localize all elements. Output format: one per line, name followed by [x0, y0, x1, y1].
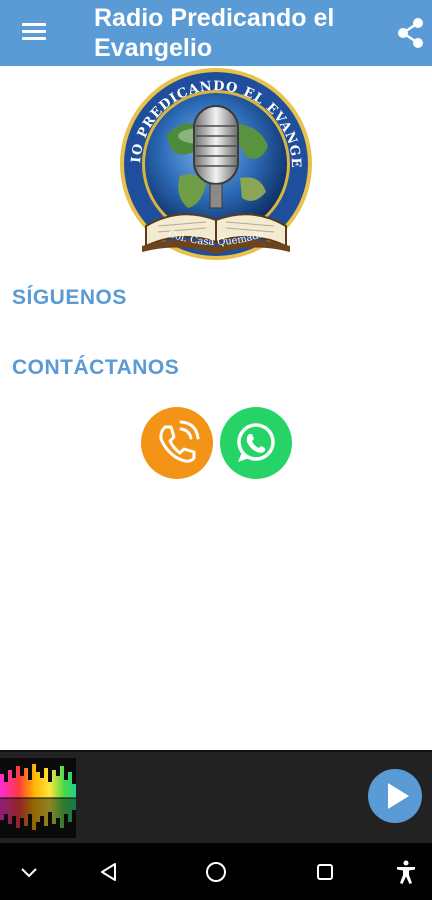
player-bar [0, 750, 432, 843]
radio-logo: RADIO PREDICANDO EL EVANGELIO Col. Casa … [103, 55, 322, 268]
play-icon [388, 783, 409, 809]
follow-us-heading: SÍGUENOS [12, 286, 127, 309]
share-button[interactable] [396, 16, 426, 50]
recents-icon [317, 864, 333, 880]
nav-hide-button[interactable] [14, 857, 44, 887]
back-icon [101, 863, 116, 881]
phone-button[interactable] [141, 407, 213, 479]
share-icon [398, 18, 423, 48]
system-nav-bar [0, 843, 432, 900]
equalizer-icon [0, 758, 76, 838]
whatsapp-button[interactable] [220, 407, 292, 479]
menu-button[interactable] [20, 19, 50, 47]
app-bar: Radio Predicando el Evangelio [0, 0, 432, 66]
app-title: Radio Predicando el Evangelio [94, 4, 335, 62]
phone-icon [159, 420, 200, 463]
nav-accessibility-button[interactable] [391, 857, 421, 887]
home-icon [206, 862, 226, 882]
accessibility-icon [397, 860, 415, 884]
whatsapp-icon [237, 423, 275, 462]
nav-recents-button[interactable] [310, 857, 340, 887]
play-button[interactable] [368, 769, 422, 823]
nav-home-button[interactable] [201, 857, 231, 887]
nav-back-button[interactable] [94, 857, 124, 887]
chevron-down-icon [21, 868, 37, 878]
hamburger-menu-icon [22, 23, 46, 26]
contact-us-heading: CONTÁCTANOS [12, 356, 180, 379]
